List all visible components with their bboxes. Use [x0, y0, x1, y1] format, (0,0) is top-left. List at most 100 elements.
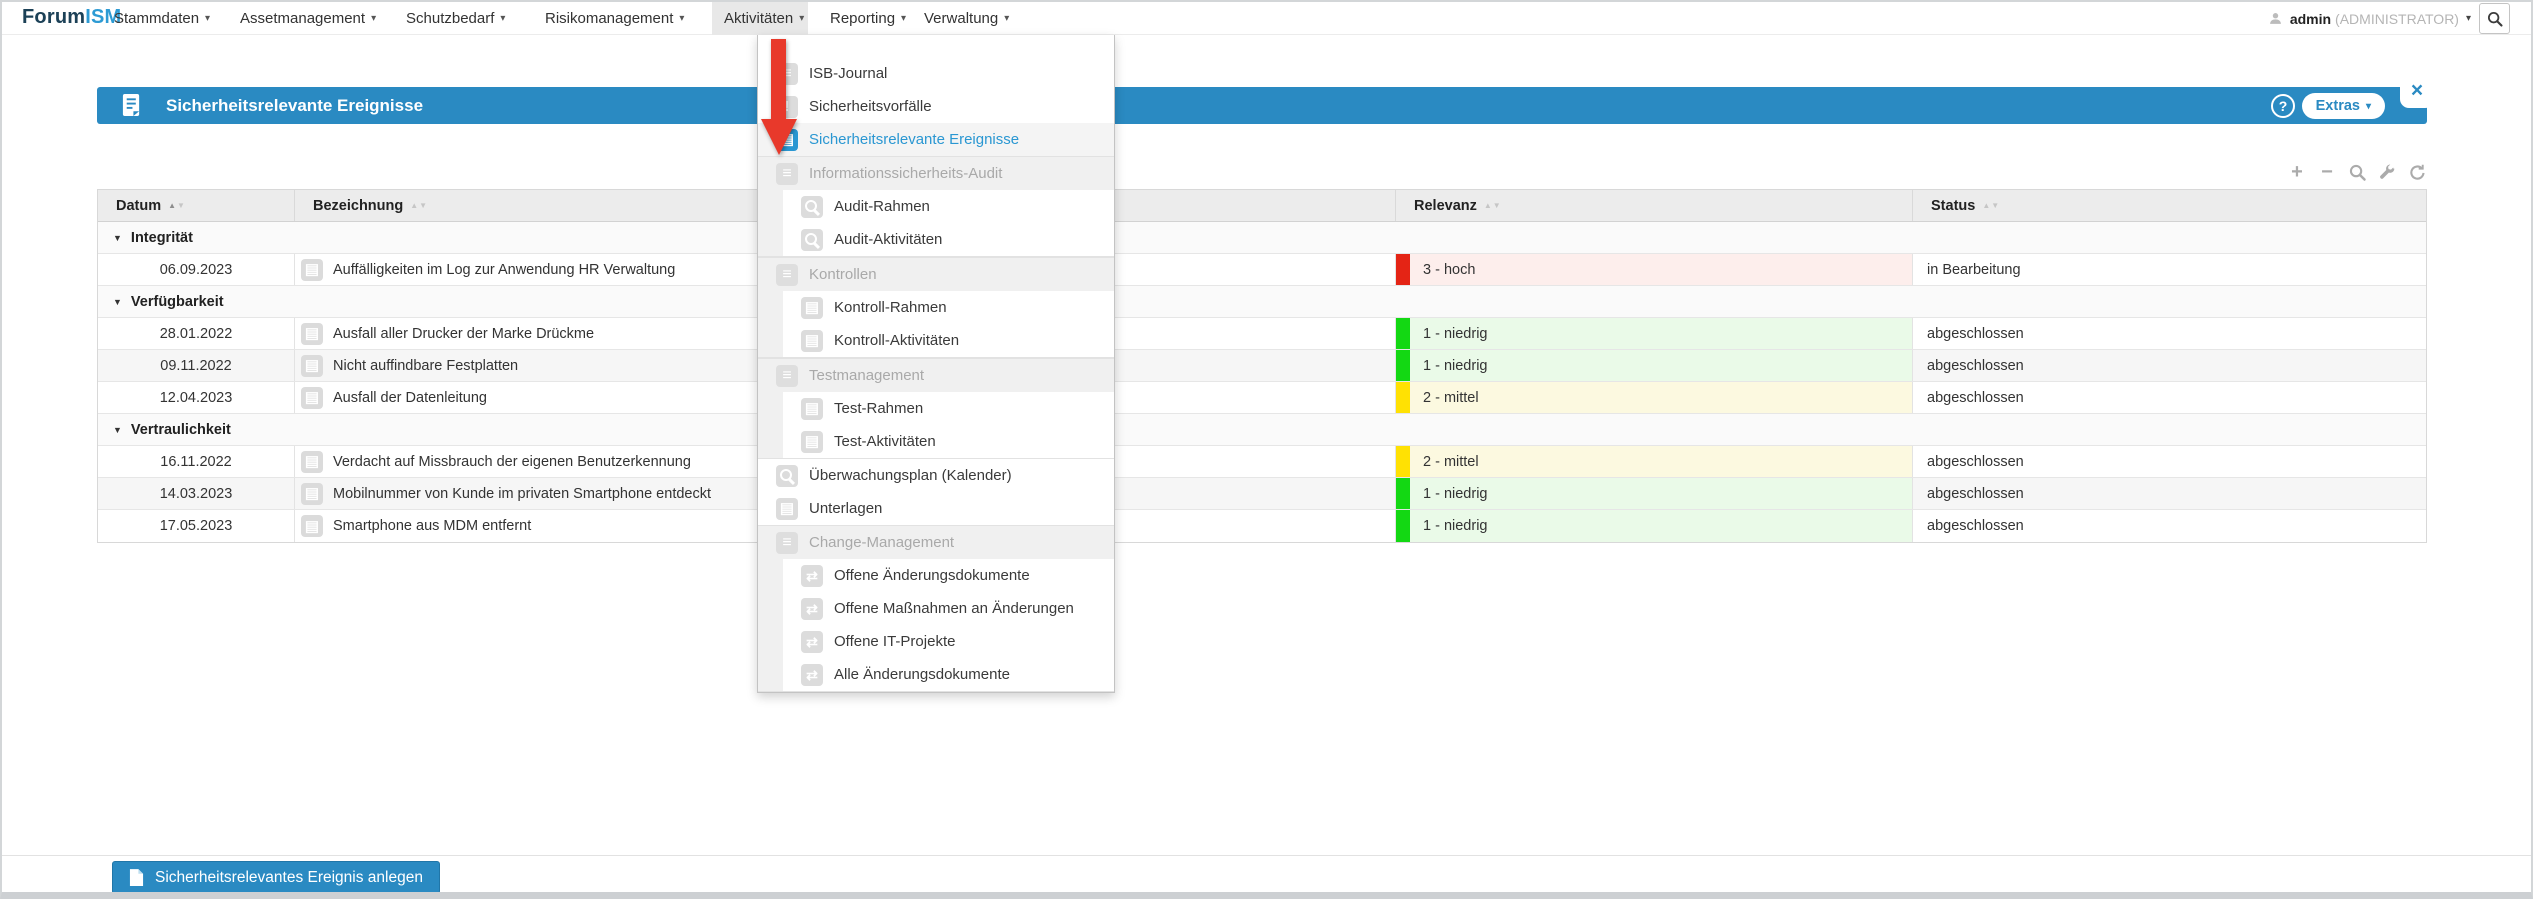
list-icon [776, 532, 798, 554]
nav-assetmanagement[interactable]: Assetmanagement [240, 2, 376, 35]
menu-section-header: Informationssicherheits-Audit [758, 157, 1114, 190]
cell-relevanz: 1 - niedrig [1396, 478, 1913, 509]
user-menu[interactable]: admin (ADMINISTRATOR) [2268, 2, 2471, 35]
nav-verwaltung[interactable]: Verwaltung [924, 2, 1009, 35]
sort-icons[interactable] [1484, 202, 1501, 210]
close-button[interactable]: × [2400, 73, 2434, 108]
menu-item-offene-aenderungsdokumente[interactable]: Offene Änderungsdokumente [783, 559, 1114, 592]
cell-datum: 17.05.2023 [98, 510, 295, 542]
cell-datum: 12.04.2023 [98, 382, 295, 413]
chevron-down-icon [1004, 13, 1009, 24]
search-calendar-icon [801, 229, 823, 251]
group-row-vertraulichkeit[interactable]: Vertraulichkeit [98, 414, 2426, 446]
menu-item-test-rahmen[interactable]: Test-Rahmen [783, 392, 1114, 425]
new-document-icon [129, 868, 144, 887]
cell-status: abgeschlossen [1913, 382, 2428, 413]
menu-item-ueberwachungsplan[interactable]: Überwachungsplan (Kalender) [758, 459, 1114, 492]
table-row[interactable]: 28.01.2022 Ausfall aller Drucker der Mar… [98, 318, 2426, 350]
nav-aktivitaeten[interactable]: Aktivitäten [724, 2, 804, 35]
relevance-marker [1396, 510, 1410, 542]
list-icon [776, 365, 798, 387]
menu-item-offene-massnahmen[interactable]: Offene Maßnahmen an Änderungen [783, 592, 1114, 625]
page-title: Sicherheitsrelevante Ereignisse [166, 96, 423, 116]
cell-datum: 14.03.2023 [98, 478, 295, 509]
menu-item-test-aktivitaeten[interactable]: Test-Aktivitäten [783, 425, 1114, 458]
expand-all-icon[interactable]: + [2287, 162, 2307, 182]
search-icon [801, 196, 823, 218]
column-header-datum[interactable]: Datum [98, 190, 295, 221]
change-icon [801, 598, 823, 620]
search-calendar-icon [776, 465, 798, 487]
wrench-icon[interactable] [2377, 162, 2397, 182]
app-logo[interactable]: ForumISM [22, 6, 121, 29]
relevance-marker [1396, 446, 1410, 477]
sort-icons[interactable] [1982, 202, 1999, 210]
aktivitaeten-dropdown: ISB-Journal Sicherheitsvorfälle Sicherhe… [757, 35, 1115, 693]
menu-section-audit: Informationssicherheits-Audit Audit-Rahm… [758, 156, 1114, 257]
help-button[interactable]: ? [2271, 94, 2295, 118]
document-icon [301, 483, 323, 505]
refresh-icon[interactable] [2407, 162, 2427, 182]
group-row-verfuegbarkeit[interactable]: Verfügbarkeit [98, 286, 2426, 318]
table-row[interactable]: 16.11.2022 Verdacht auf Missbrauch der e… [98, 446, 2426, 478]
events-table: Datum Bezeichnung Relevanz Status Integr… [97, 189, 2427, 543]
cell-status: abgeschlossen [1913, 318, 2428, 349]
cell-datum: 28.01.2022 [98, 318, 295, 349]
collapse-triangle-icon[interactable] [113, 297, 122, 307]
table-header-row: Datum Bezeichnung Relevanz Status [98, 190, 2426, 222]
cell-relevanz: 1 - niedrig [1396, 510, 1913, 542]
chevron-down-icon [2366, 101, 2371, 112]
menu-item-isb-journal[interactable]: ISB-Journal [758, 57, 1114, 90]
create-event-button[interactable]: Sicherheitsrelevantes Ereignis anlegen [112, 861, 440, 894]
menu-section-header: Kontrollen [758, 258, 1114, 291]
menu-item-sicherheitsrelevante-ereignisse[interactable]: Sicherheitsrelevante Ereignisse [758, 123, 1114, 156]
collapse-triangle-icon[interactable] [113, 425, 122, 435]
list-icon [776, 264, 798, 286]
menu-item-audit-aktivitaeten[interactable]: Audit-Aktivitäten [783, 223, 1114, 256]
menu-item-audit-rahmen[interactable]: Audit-Rahmen [783, 190, 1114, 223]
change-icon [801, 631, 823, 653]
table-row[interactable]: 17.05.2023 Smartphone aus MDM entfernt 1… [98, 510, 2426, 542]
menu-item-sicherheitsvorfaelle[interactable]: Sicherheitsvorfälle [758, 90, 1114, 123]
table-row[interactable]: 14.03.2023 Mobilnummer von Kunde im priv… [98, 478, 2426, 510]
document-icon [801, 297, 823, 319]
cell-status: in Bearbeitung [1913, 254, 2428, 285]
chevron-down-icon [901, 13, 906, 24]
table-row[interactable]: 09.11.2022 Nicht auffindbare Festplatten… [98, 350, 2426, 382]
table-toolbar: + − [97, 159, 2427, 185]
sort-icons[interactable] [410, 202, 427, 210]
incident-icon [776, 96, 798, 118]
cell-relevanz: 2 - mittel [1396, 382, 1913, 413]
menu-item-offene-it-projekte[interactable]: Offene IT-Projekte [783, 625, 1114, 658]
column-header-status[interactable]: Status [1913, 190, 2428, 221]
cell-relevanz: 3 - hoch [1396, 254, 1913, 285]
menu-item-kontroll-aktivitaeten[interactable]: Kontroll-Aktivitäten [783, 324, 1114, 357]
nav-reporting[interactable]: Reporting [830, 2, 906, 35]
menu-item-kontroll-rahmen[interactable]: Kontroll-Rahmen [783, 291, 1114, 324]
menu-item-unterlagen[interactable]: Unterlagen [758, 492, 1114, 525]
relevance-marker [1396, 478, 1410, 509]
cell-datum: 16.11.2022 [98, 446, 295, 477]
group-row-integritaet[interactable]: Integrität [98, 222, 2426, 254]
search-icon[interactable] [2347, 162, 2367, 182]
column-header-relevanz[interactable]: Relevanz [1396, 190, 1913, 221]
chevron-down-icon [679, 13, 684, 24]
collapse-triangle-icon[interactable] [113, 233, 122, 243]
table-row[interactable]: 06.09.2023 Auffälligkeiten im Log zur An… [98, 254, 2426, 286]
nav-stammdaten[interactable]: Stammdaten [114, 2, 210, 35]
collapse-all-icon[interactable]: − [2317, 162, 2337, 182]
chevron-down-icon [2466, 13, 2471, 24]
document-icon [801, 398, 823, 420]
nav-risikomanagement[interactable]: Risikomanagement [545, 2, 684, 35]
cell-status: abgeschlossen [1913, 446, 2428, 477]
table-row[interactable]: 12.04.2023 Ausfall der Datenleitung 2 - … [98, 382, 2426, 414]
footer-bar: Sicherheitsrelevantes Ereignis anlegen [2, 855, 2531, 894]
global-search-button[interactable] [2479, 3, 2510, 34]
relevance-marker [1396, 350, 1410, 381]
nav-schutzbedarf[interactable]: Schutzbedarf [406, 2, 505, 35]
cell-status: abgeschlossen [1913, 510, 2428, 542]
document-icon [776, 498, 798, 520]
extras-button[interactable]: Extras [2302, 93, 2385, 119]
menu-item-alle-aenderungsdokumente[interactable]: Alle Änderungsdokumente [783, 658, 1114, 691]
sort-icons[interactable] [168, 202, 185, 210]
